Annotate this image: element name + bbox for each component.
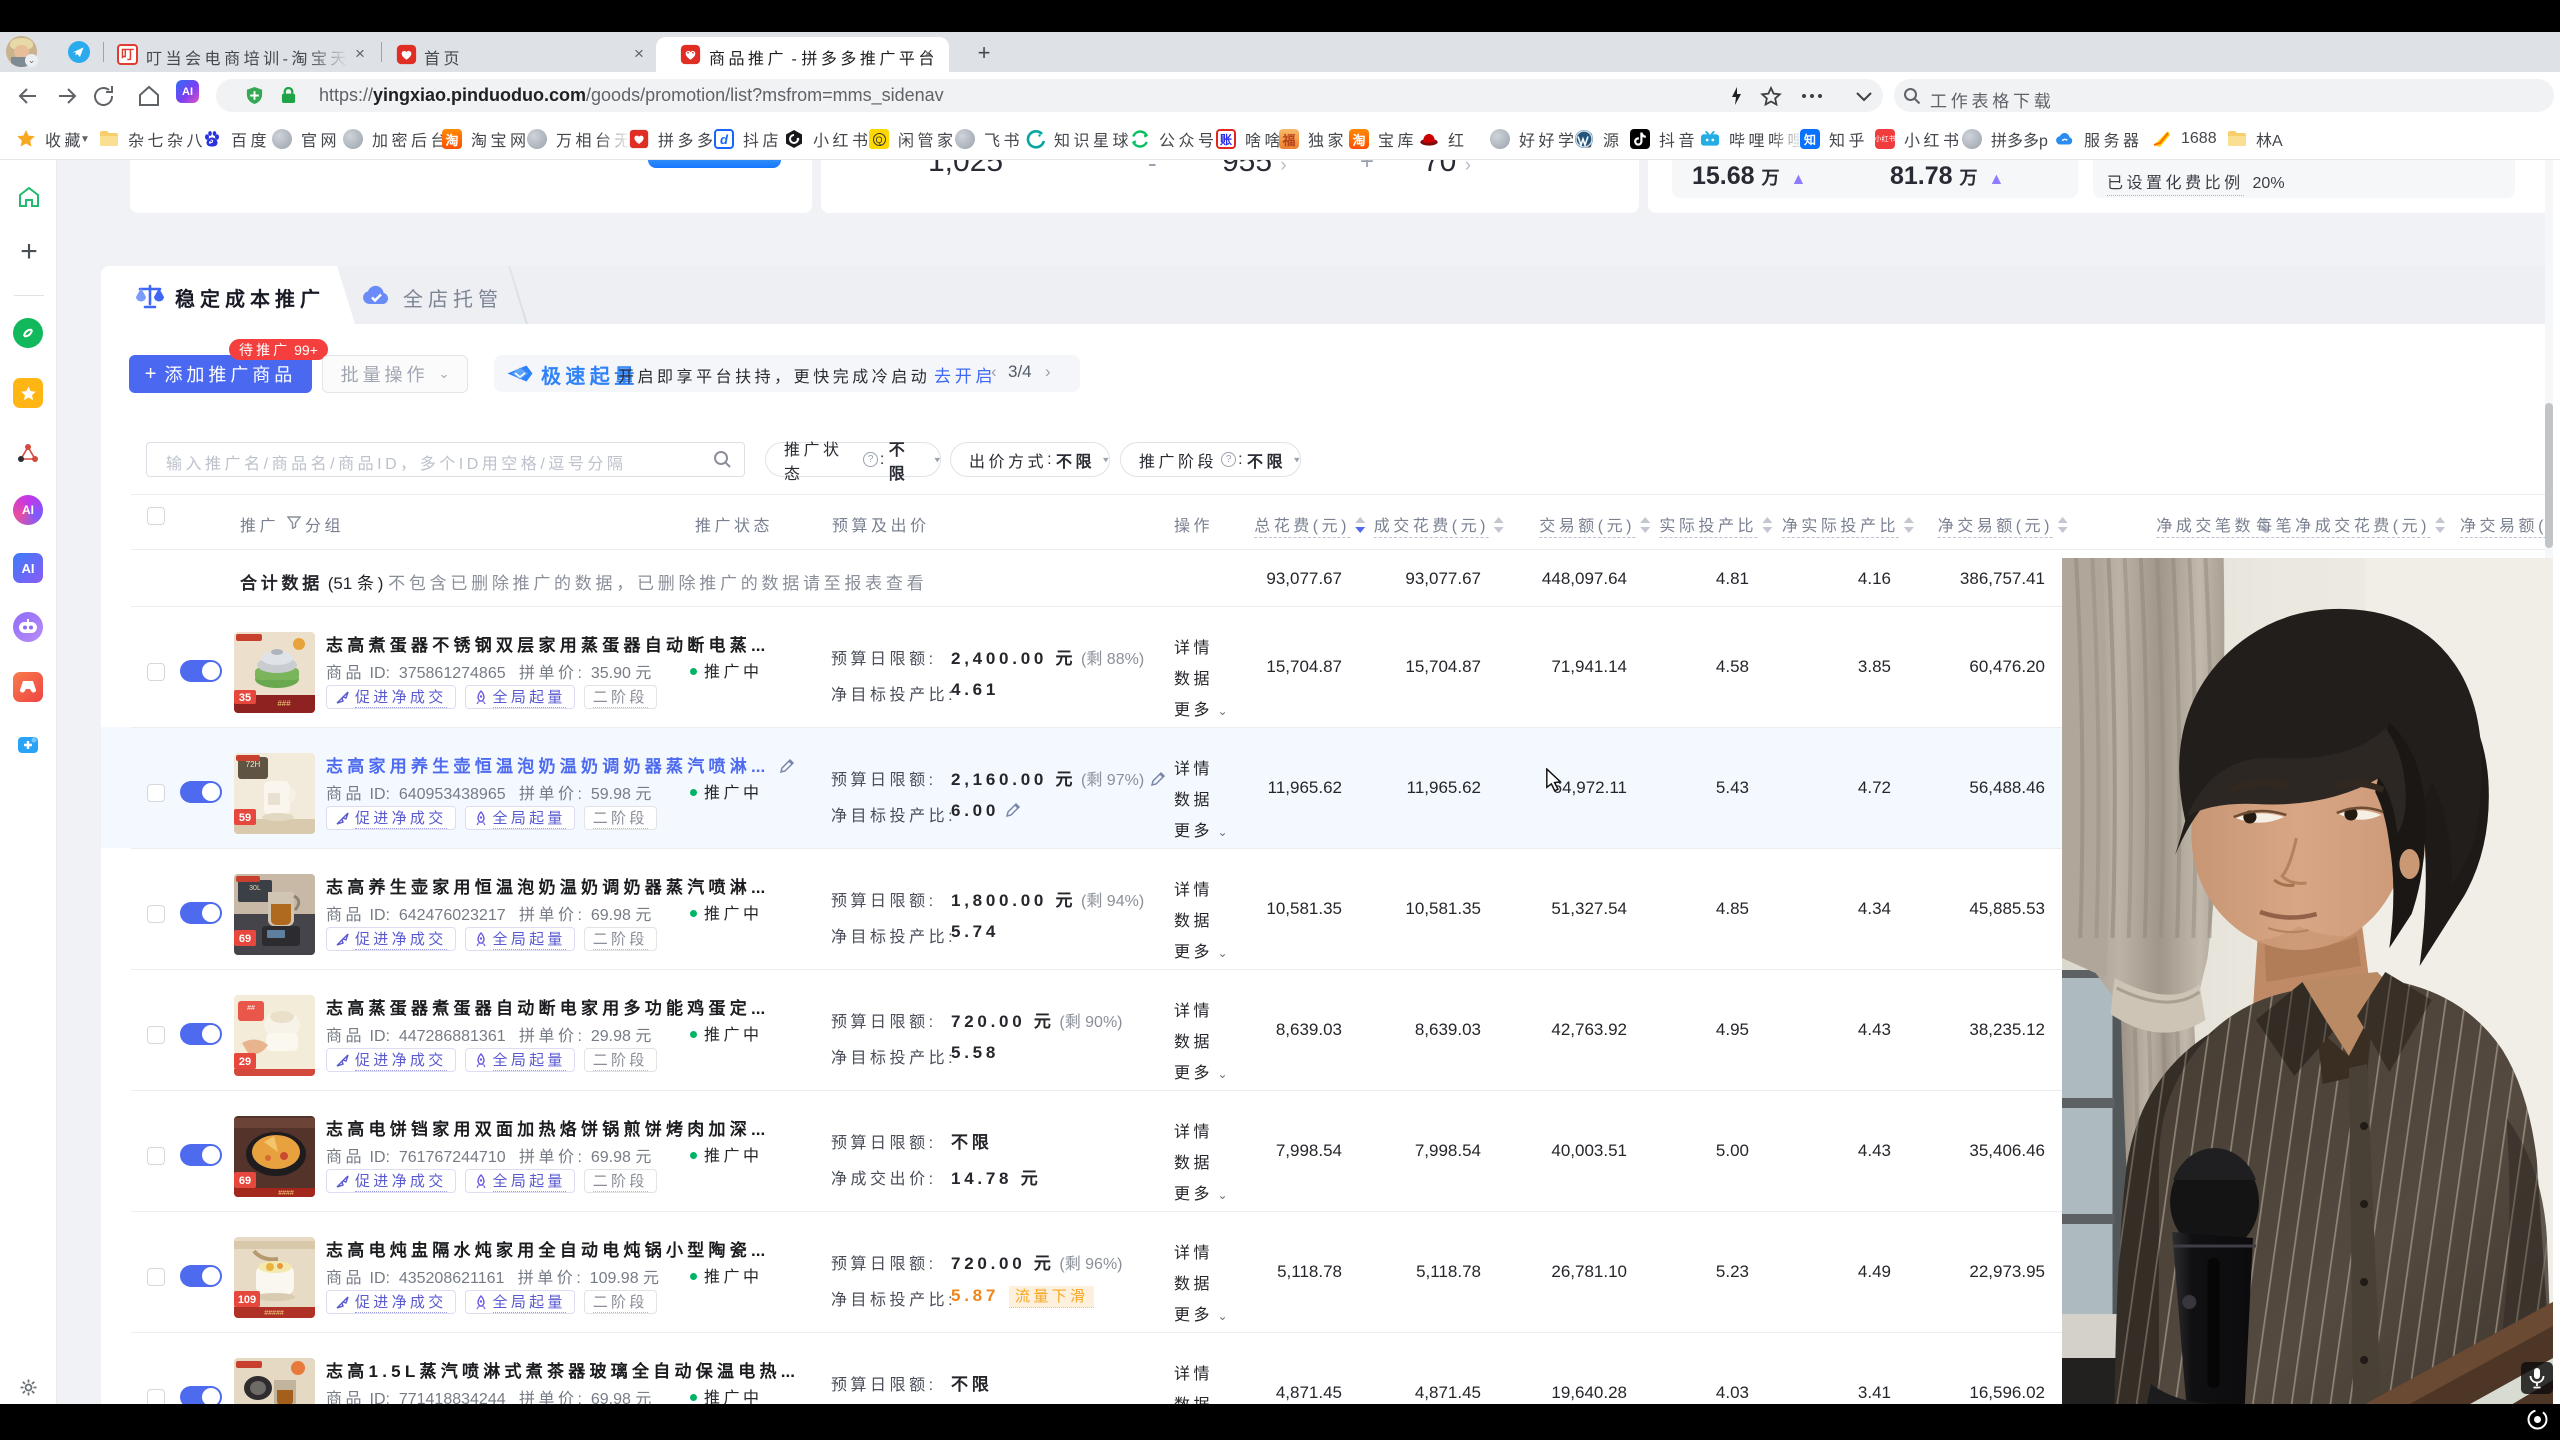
svg-text:35: 35 [239,692,251,704]
svg-text:109: 109 [238,1294,256,1306]
svg-text:69: 69 [239,933,251,945]
svg-text:30L: 30L [249,885,261,892]
svg-text:###: ### [277,699,291,708]
svg-text:59: 59 [239,812,251,824]
svg-text:#####: ##### [264,1310,284,1317]
svg-text:##: ## [247,1005,255,1012]
svg-text:72H: 72H [246,760,261,769]
svg-text:####: #### [278,1190,294,1197]
svg-text:69: 69 [239,1175,251,1187]
svg-text:29: 29 [239,1056,251,1068]
